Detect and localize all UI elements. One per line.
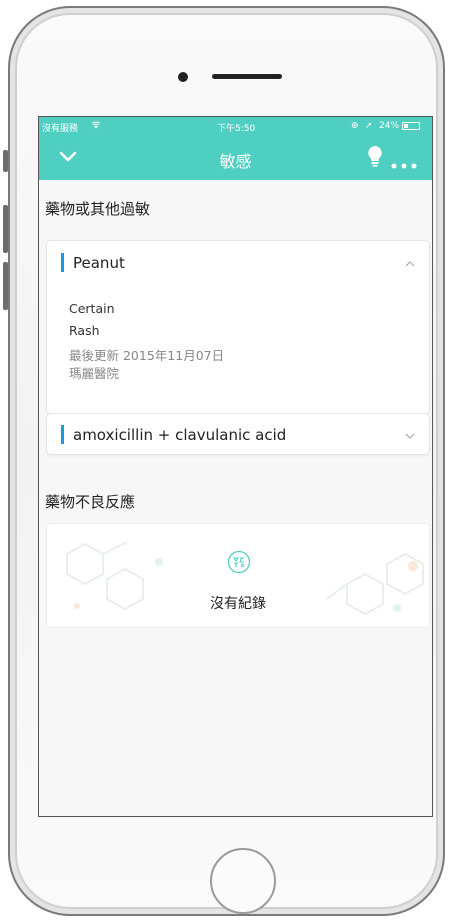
mute-switch (3, 150, 8, 172)
nav-bar: 敏感 (39, 136, 432, 180)
no-record-icon (227, 550, 251, 578)
accent-bar (61, 425, 64, 444)
battery-percent: 24% (379, 121, 400, 131)
adr-empty-card: 沒有紀錄 (47, 524, 429, 627)
volume-down-button (3, 262, 8, 310)
allergy-updated: 最後更新 2015年11月07日 (69, 348, 225, 363)
home-button[interactable] (210, 848, 276, 914)
camera (178, 72, 188, 82)
more-icon[interactable] (391, 154, 417, 173)
chevron-down-icon[interactable] (405, 429, 415, 442)
battery-icon (402, 122, 420, 130)
allergy-certainty: Certain (69, 301, 115, 316)
allergy-section-title: 藥物或其他過敏 (45, 200, 151, 218)
allergy-hospital: 瑪麗醫院 (69, 366, 120, 381)
volume-up-button (3, 205, 8, 253)
orientation-lock-icon: ⊕ (351, 121, 359, 131)
app-screen: 沒有服務 下午5:50 ⊕ ➚ 24% 敏感 藥物或其他過敏 Peanut Ce… (38, 116, 433, 817)
lightbulb-icon[interactable] (367, 145, 383, 171)
allergy-name: Peanut (73, 254, 125, 272)
status-bar: 沒有服務 下午5:50 ⊕ ➚ 24% (39, 117, 432, 136)
location-icon: ➚ (365, 121, 373, 131)
allergy-card-collapsed[interactable]: amoxicillin + clavulanic acid (47, 414, 429, 454)
empty-state-text: 沒有紀錄 (210, 596, 266, 612)
wifi-icon (91, 120, 101, 132)
status-time: 下午5:50 (217, 124, 256, 134)
allergy-reaction: Rash (69, 323, 100, 338)
allergy-name: amoxicillin + clavulanic acid (73, 426, 287, 444)
speaker-grille (212, 74, 282, 79)
carrier-text: 沒有服務 (42, 124, 79, 134)
adr-section-title: 藥物不良反應 (45, 493, 136, 511)
allergy-card-expanded[interactable]: Peanut Certain Rash 最後更新 2015年11月07日 瑪麗醫… (47, 241, 429, 413)
accent-bar (61, 253, 64, 272)
chevron-up-icon[interactable] (405, 257, 415, 270)
